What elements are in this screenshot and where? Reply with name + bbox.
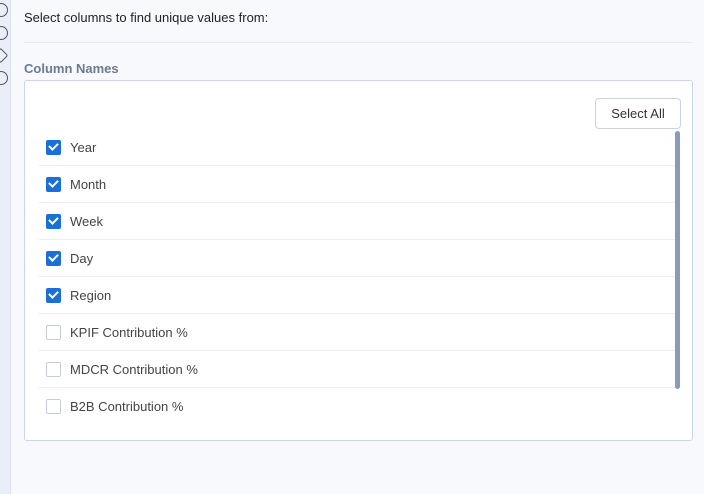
divider bbox=[24, 42, 692, 43]
column-label: B2B Contribution % bbox=[70, 399, 184, 414]
column-row[interactable]: KPIF Contribution % bbox=[39, 314, 675, 351]
column-label: Week bbox=[70, 213, 103, 229]
checkbox[interactable] bbox=[46, 361, 61, 377]
column-row[interactable]: Day bbox=[39, 240, 675, 277]
checkbox[interactable] bbox=[46, 213, 61, 229]
column-label: MDCR Contribution % bbox=[70, 361, 198, 377]
eye-icon[interactable] bbox=[0, 26, 8, 40]
checkbox[interactable] bbox=[46, 176, 61, 192]
column-row[interactable]: B2B Contribution % bbox=[39, 388, 675, 425]
diamond-icon[interactable] bbox=[0, 47, 9, 64]
checkbox[interactable] bbox=[46, 324, 61, 340]
column-label: Region bbox=[70, 287, 112, 303]
column-label: Day bbox=[70, 250, 94, 266]
checkbox[interactable] bbox=[46, 250, 61, 266]
column-row[interactable]: Week bbox=[39, 203, 675, 240]
checkbox[interactable] bbox=[46, 287, 61, 303]
column-label: Month bbox=[70, 176, 107, 192]
column-label: Year bbox=[70, 139, 97, 155]
column-names-label: Column Names bbox=[24, 61, 119, 76]
select-all-button[interactable]: Select All bbox=[595, 98, 681, 129]
column-row[interactable]: Region bbox=[39, 277, 675, 314]
eye-icon[interactable] bbox=[0, 71, 8, 85]
intro-text: Select columns to find unique values fro… bbox=[24, 10, 269, 25]
gear-icon[interactable] bbox=[0, 3, 8, 17]
column-label: KPIF Contribution % bbox=[70, 324, 188, 340]
column-list: Year Month Week Day Region KPIF Contribution … bbox=[39, 129, 675, 425]
column-row[interactable]: Month bbox=[39, 166, 675, 203]
column-row[interactable]: Year bbox=[39, 129, 675, 166]
tool-rail bbox=[0, 0, 11, 494]
column-row[interactable]: MDCR Contribution % bbox=[39, 351, 675, 388]
checkbox[interactable] bbox=[46, 399, 61, 414]
checkbox[interactable] bbox=[46, 139, 61, 155]
column-list-panel: Select All Year Month Week Day Region KPIF Co… bbox=[24, 80, 693, 441]
scrollbar[interactable] bbox=[675, 131, 680, 389]
